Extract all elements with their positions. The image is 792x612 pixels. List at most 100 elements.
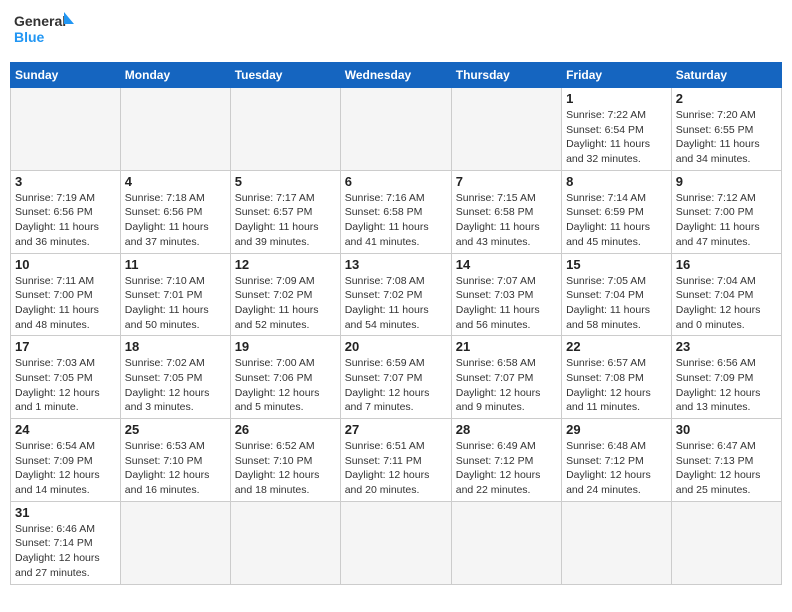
calendar-cell: 20Sunrise: 6:59 AMSunset: 7:07 PMDayligh…: [340, 336, 451, 419]
day-info: Sunrise: 7:18 AMSunset: 6:56 PMDaylight:…: [125, 191, 226, 250]
day-info: Sunrise: 7:12 AMSunset: 7:00 PMDaylight:…: [676, 191, 777, 250]
calendar-table: SundayMondayTuesdayWednesdayThursdayFrid…: [10, 62, 782, 585]
day-info: Sunrise: 6:47 AMSunset: 7:13 PMDaylight:…: [676, 439, 777, 498]
day-info: Sunrise: 7:19 AMSunset: 6:56 PMDaylight:…: [15, 191, 116, 250]
day-number: 6: [345, 174, 447, 189]
week-row-3: 10 Sunrise: 7:11 AMSunset: 7:00 PMDayligh…: [11, 253, 782, 336]
calendar-cell: 1 Sunrise: 7:22 AMSunset: 6:54 PMDaylight…: [562, 88, 672, 171]
col-header-tuesday: Tuesday: [230, 63, 340, 88]
day-number: 9: [676, 174, 777, 189]
calendar-cell: 7 Sunrise: 7:15 AMSunset: 6:58 PMDaylight…: [451, 170, 561, 253]
calendar-cell: 24 Sunrise: 6:54 AMSunset: 7:09 PMDayligh…: [11, 419, 121, 502]
day-info: Sunrise: 6:57 AMSunset: 7:08 PMDaylight:…: [566, 356, 667, 415]
col-header-monday: Monday: [120, 63, 230, 88]
day-number: 11: [125, 257, 226, 272]
day-info: Sunrise: 7:11 AMSunset: 7:00 PMDaylight:…: [15, 274, 116, 333]
calendar-cell: [451, 501, 561, 584]
calendar-cell: 19Sunrise: 7:00 AMSunset: 7:06 PMDayligh…: [230, 336, 340, 419]
day-number: 13: [345, 257, 447, 272]
day-info: Sunrise: 7:02 AMSunset: 7:05 PMDaylight:…: [125, 356, 226, 415]
week-row-1: 1 Sunrise: 7:22 AMSunset: 6:54 PMDaylight…: [11, 88, 782, 171]
day-info: Sunrise: 7:16 AMSunset: 6:58 PMDaylight:…: [345, 191, 447, 250]
calendar-cell: 13Sunrise: 7:08 AMSunset: 7:02 PMDayligh…: [340, 253, 451, 336]
calendar-cell: [230, 88, 340, 171]
day-info: Sunrise: 6:52 AMSunset: 7:10 PMDaylight:…: [235, 439, 336, 498]
calendar-cell: 28Sunrise: 6:49 AMSunset: 7:12 PMDayligh…: [451, 419, 561, 502]
day-info: Sunrise: 6:48 AMSunset: 7:12 PMDaylight:…: [566, 439, 667, 498]
calendar-cell: 10 Sunrise: 7:11 AMSunset: 7:00 PMDayligh…: [11, 253, 121, 336]
svg-text:Blue: Blue: [14, 29, 45, 45]
col-header-sunday: Sunday: [11, 63, 121, 88]
day-number: 1: [566, 91, 667, 106]
calendar-cell: 21 Sunrise: 6:58 AMSunset: 7:07 PMDayligh…: [451, 336, 561, 419]
calendar-cell: 30 Sunrise: 6:47 AMSunset: 7:13 PMDayligh…: [671, 419, 781, 502]
calendar-cell: 4 Sunrise: 7:18 AMSunset: 6:56 PMDaylight…: [120, 170, 230, 253]
day-info: Sunrise: 7:22 AMSunset: 6:54 PMDaylight:…: [566, 108, 667, 167]
calendar-cell: 27Sunrise: 6:51 AMSunset: 7:11 PMDayligh…: [340, 419, 451, 502]
calendar-cell: [340, 88, 451, 171]
col-header-wednesday: Wednesday: [340, 63, 451, 88]
calendar-cell: [11, 88, 121, 171]
day-info: Sunrise: 6:59 AMSunset: 7:07 PMDaylight:…: [345, 356, 447, 415]
day-number: 23: [676, 339, 777, 354]
day-number: 31: [15, 505, 116, 520]
day-info: Sunrise: 6:54 AMSunset: 7:09 PMDaylight:…: [15, 439, 116, 498]
day-info: Sunrise: 7:05 AMSunset: 7:04 PMDaylight:…: [566, 274, 667, 333]
week-row-2: 3 Sunrise: 7:19 AMSunset: 6:56 PMDaylight…: [11, 170, 782, 253]
calendar-cell: 6 Sunrise: 7:16 AMSunset: 6:58 PMDaylight…: [340, 170, 451, 253]
day-number: 24: [15, 422, 116, 437]
generalblue-logo: General Blue: [14, 10, 74, 54]
day-info: Sunrise: 7:20 AMSunset: 6:55 PMDaylight:…: [676, 108, 777, 167]
calendar-cell: 3 Sunrise: 7:19 AMSunset: 6:56 PMDaylight…: [11, 170, 121, 253]
day-number: 10: [15, 257, 116, 272]
day-number: 8: [566, 174, 667, 189]
calendar-cell: [120, 501, 230, 584]
calendar-cell: 23Sunrise: 6:56 AMSunset: 7:09 PMDayligh…: [671, 336, 781, 419]
day-number: 19: [235, 339, 336, 354]
day-number: 12: [235, 257, 336, 272]
calendar-cell: 26 Sunrise: 6:52 AMSunset: 7:10 PMDayligh…: [230, 419, 340, 502]
day-info: Sunrise: 6:51 AMSunset: 7:11 PMDaylight:…: [345, 439, 447, 498]
page-header: General Blue: [10, 10, 782, 54]
calendar-cell: 17Sunrise: 7:03 AMSunset: 7:05 PMDayligh…: [11, 336, 121, 419]
calendar-cell: 29Sunrise: 6:48 AMSunset: 7:12 PMDayligh…: [562, 419, 672, 502]
day-info: Sunrise: 7:04 AMSunset: 7:04 PMDaylight:…: [676, 274, 777, 333]
calendar-cell: 11 Sunrise: 7:10 AMSunset: 7:01 PMDayligh…: [120, 253, 230, 336]
day-number: 4: [125, 174, 226, 189]
svg-text:General: General: [14, 13, 66, 29]
calendar-cell: 14 Sunrise: 7:07 AMSunset: 7:03 PMDayligh…: [451, 253, 561, 336]
calendar-cell: 12Sunrise: 7:09 AMSunset: 7:02 PMDayligh…: [230, 253, 340, 336]
week-row-6: 31Sunrise: 6:46 AMSunset: 7:14 PMDayligh…: [11, 501, 782, 584]
day-info: Sunrise: 7:07 AMSunset: 7:03 PMDaylight:…: [456, 274, 557, 333]
col-header-thursday: Thursday: [451, 63, 561, 88]
calendar-cell: [120, 88, 230, 171]
day-info: Sunrise: 7:10 AMSunset: 7:01 PMDaylight:…: [125, 274, 226, 333]
day-number: 22: [566, 339, 667, 354]
day-info: Sunrise: 7:15 AMSunset: 6:58 PMDaylight:…: [456, 191, 557, 250]
calendar-cell: [340, 501, 451, 584]
calendar-cell: 2 Sunrise: 7:20 AMSunset: 6:55 PMDaylight…: [671, 88, 781, 171]
logo: General Blue: [14, 10, 74, 54]
day-number: 15: [566, 257, 667, 272]
day-number: 18: [125, 339, 226, 354]
day-info: Sunrise: 7:17 AMSunset: 6:57 PMDaylight:…: [235, 191, 336, 250]
day-info: Sunrise: 7:14 AMSunset: 6:59 PMDaylight:…: [566, 191, 667, 250]
calendar-cell: 15 Sunrise: 7:05 AMSunset: 7:04 PMDayligh…: [562, 253, 672, 336]
calendar-cell: [451, 88, 561, 171]
week-row-5: 24 Sunrise: 6:54 AMSunset: 7:09 PMDayligh…: [11, 419, 782, 502]
day-number: 17: [15, 339, 116, 354]
calendar-cell: 22 Sunrise: 6:57 AMSunset: 7:08 PMDayligh…: [562, 336, 672, 419]
calendar-cell: 18 Sunrise: 7:02 AMSunset: 7:05 PMDayligh…: [120, 336, 230, 419]
day-number: 21: [456, 339, 557, 354]
day-number: 5: [235, 174, 336, 189]
day-number: 14: [456, 257, 557, 272]
day-number: 30: [676, 422, 777, 437]
col-header-friday: Friday: [562, 63, 672, 88]
day-number: 2: [676, 91, 777, 106]
day-info: Sunrise: 6:58 AMSunset: 7:07 PMDaylight:…: [456, 356, 557, 415]
day-number: 25: [125, 422, 226, 437]
day-number: 3: [15, 174, 116, 189]
day-number: 26: [235, 422, 336, 437]
calendar-cell: 9 Sunrise: 7:12 AMSunset: 7:00 PMDaylight…: [671, 170, 781, 253]
day-number: 7: [456, 174, 557, 189]
